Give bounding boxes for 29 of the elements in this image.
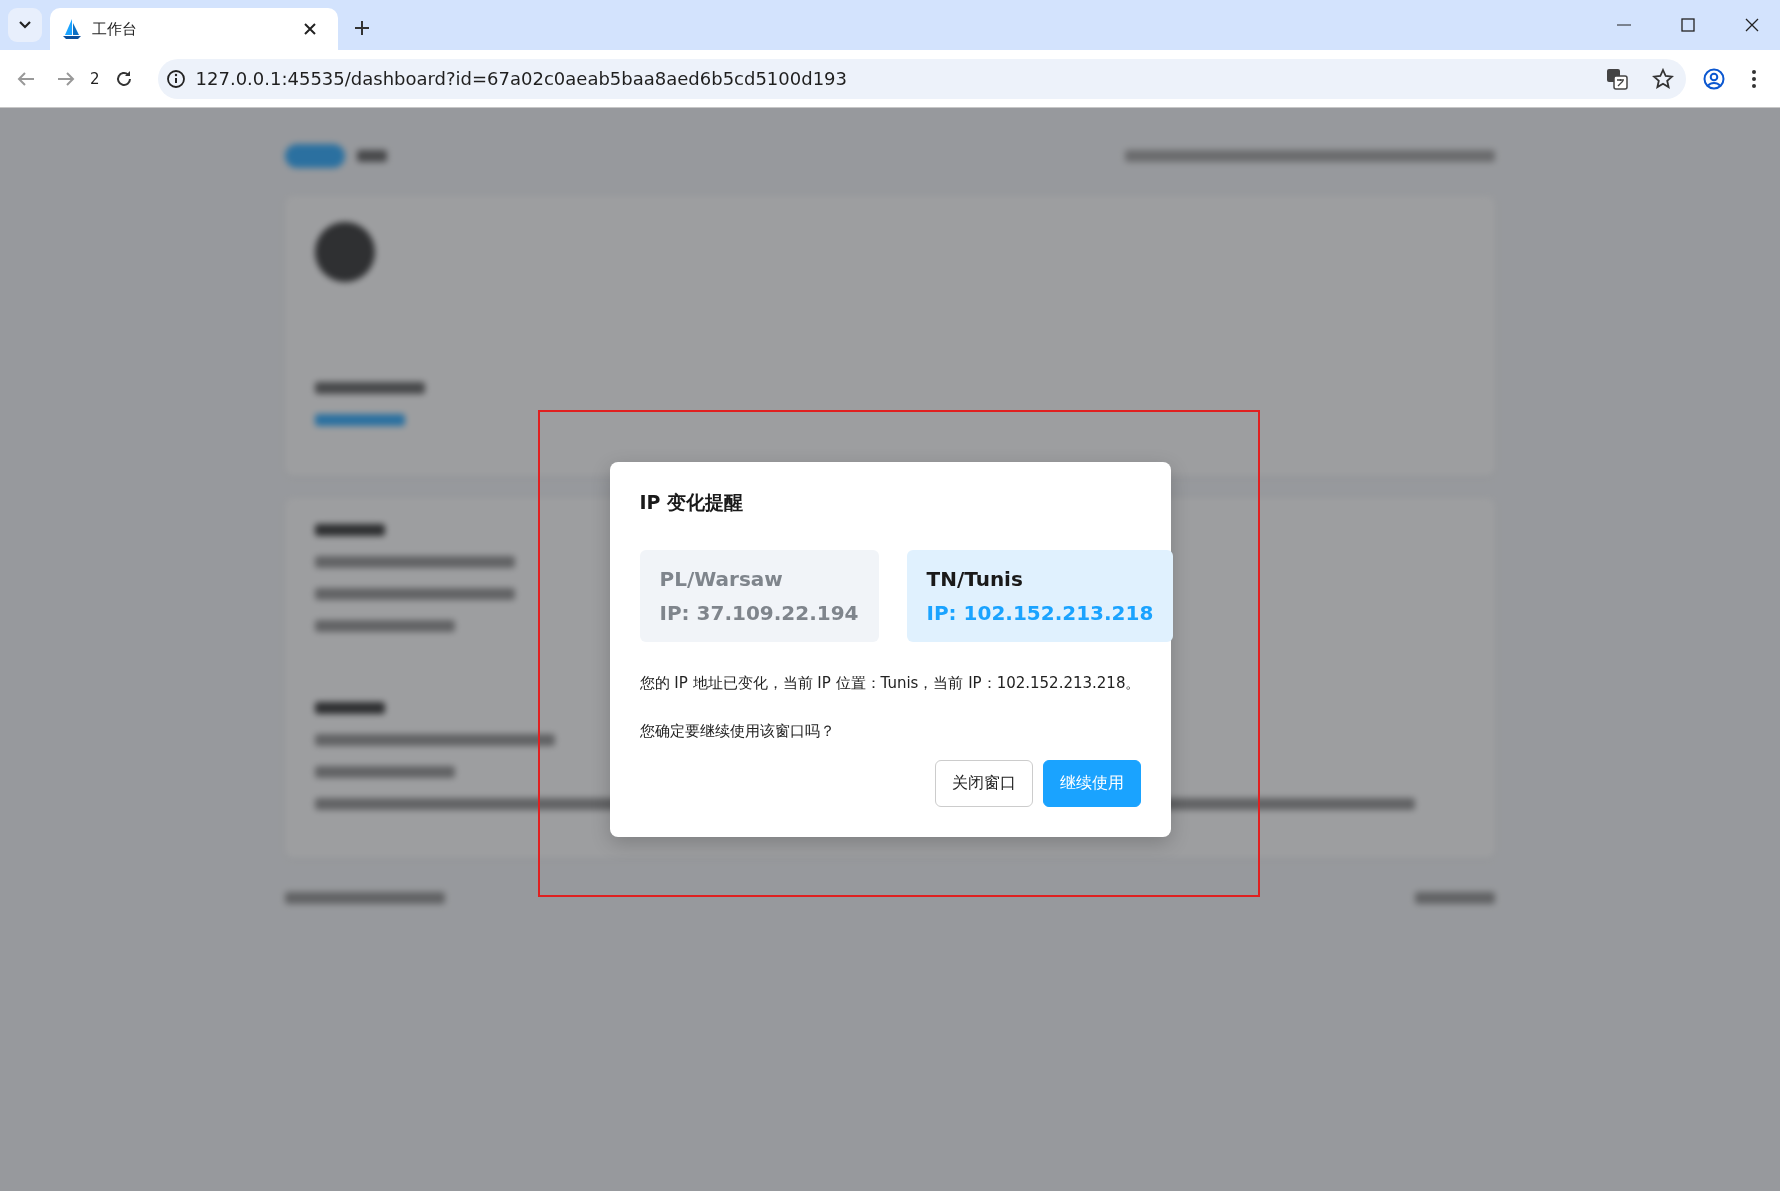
cancel-button[interactable]: 关闭窗口	[934, 760, 1033, 807]
tab-list-button[interactable]	[8, 8, 42, 42]
tab-title: 工作台	[92, 19, 138, 39]
navigation-count: 2	[90, 69, 100, 88]
plus-icon	[354, 20, 370, 36]
reload-icon	[114, 69, 133, 88]
account-icon	[1703, 67, 1725, 90]
ip-text: IP: 37.109.22.194	[659, 601, 859, 625]
ip-text: IP: 102.152.213.218	[926, 601, 1154, 625]
dialog-title: IP 变化提醒	[639, 490, 745, 515]
chevron-down-icon	[18, 20, 32, 30]
browser-tab[interactable]: 工作台	[50, 8, 338, 50]
info-icon	[165, 68, 186, 89]
dialog-question: 您确定要继续使用该窗口吗？	[639, 721, 836, 742]
dialog-message: 您的 IP 地址已变化，当前 IP 位置：Tunis，当前 IP：102.152.213.218。	[639, 673, 1141, 694]
address-bar[interactable]: 127.0.0.1:45535/dashboard?id=67a02c0aeab5baa8aed6b5cd5100d193	[157, 58, 1686, 99]
close-icon	[1745, 18, 1759, 32]
translate-icon	[1606, 67, 1628, 90]
menu-icon	[1752, 69, 1756, 88]
close-icon	[304, 23, 316, 35]
star-icon	[1652, 67, 1674, 90]
back-arrow-icon	[17, 70, 35, 87]
maximize-icon	[1681, 18, 1695, 32]
forward-arrow-icon	[57, 70, 75, 87]
location-text: TN/Tunis	[926, 567, 1024, 591]
location-text: PL/Warsaw	[659, 567, 784, 591]
sailboat-icon	[62, 18, 82, 40]
minimize-icon	[1617, 24, 1631, 26]
url-text: 127.0.0.1:45535/dashboard?id=67a02c0aeab5baa8aed6b5cd5100d193	[195, 68, 848, 89]
